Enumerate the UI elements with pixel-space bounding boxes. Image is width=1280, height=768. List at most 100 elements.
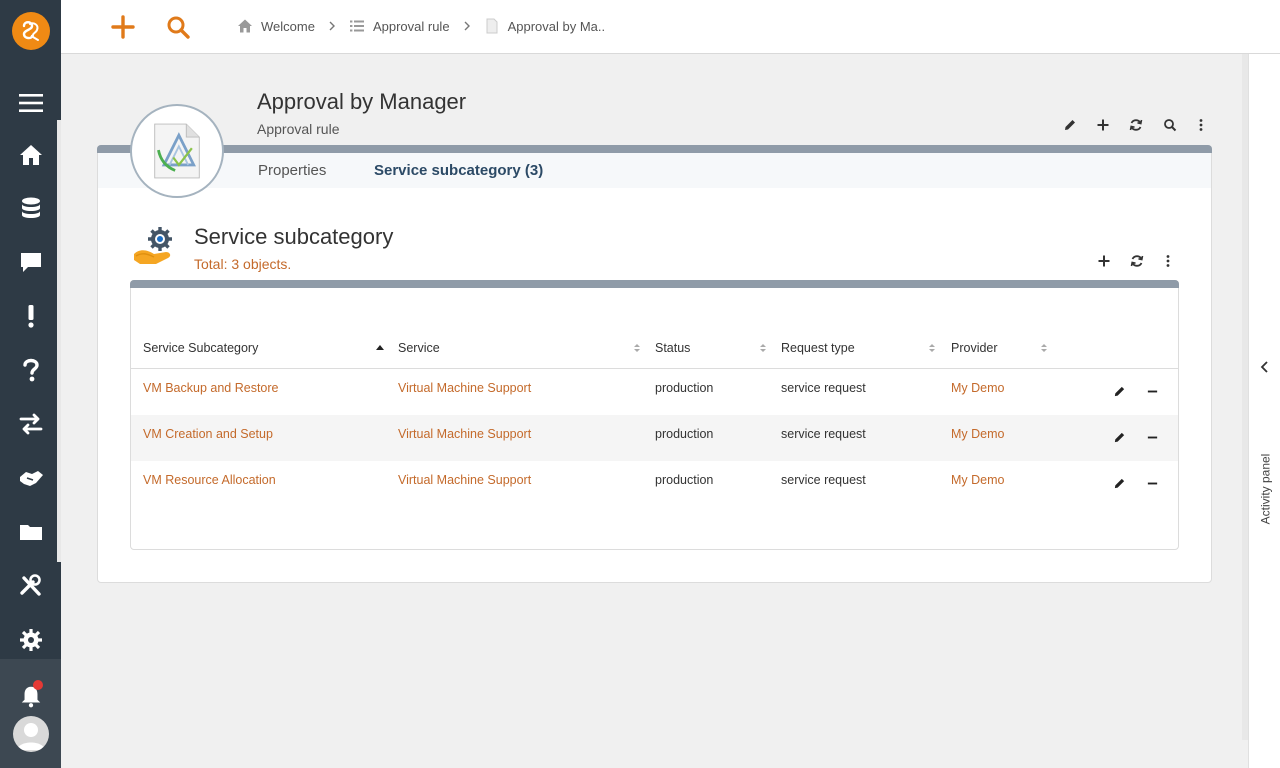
column-header-provider[interactable]: Provider: [951, 341, 998, 355]
chat-icon: [20, 253, 41, 272]
sort-icon[interactable]: [758, 342, 768, 354]
user-icon: [17, 723, 45, 750]
sidebar: [0, 0, 61, 768]
exclamation-icon: [27, 305, 34, 328]
app-logo[interactable]: [12, 12, 50, 50]
remove-row-button[interactable]: [1143, 382, 1161, 400]
table-row[interactable]: VM Creation and Setup Virtual Machine Su…: [131, 415, 1178, 461]
edit-row-button[interactable]: [1110, 474, 1128, 492]
table-top-bar: [130, 280, 1179, 288]
table-more-options-button[interactable]: [1158, 251, 1178, 271]
object-count: Total: 3 objects.: [194, 256, 292, 272]
service-link[interactable]: Virtual Machine Support: [398, 473, 531, 487]
edit-row-button[interactable]: [1110, 382, 1128, 400]
home-icon: [238, 19, 252, 33]
request-type-cell: service request: [781, 427, 866, 441]
status-cell: production: [655, 427, 714, 441]
breadcrumb-label: Approval rule: [372, 18, 450, 34]
breadcrumb-label: Approval by Ma..: [507, 18, 606, 34]
database-icon: [21, 197, 40, 218]
more-options-button[interactable]: [1191, 115, 1211, 135]
sidebar-item-alerts[interactable]: [0, 296, 61, 336]
sidebar-item-folder[interactable]: [0, 512, 61, 552]
avatar[interactable]: [13, 716, 49, 752]
column-header-subcategory[interactable]: Service Subcategory: [143, 341, 258, 355]
approval-rule-icon: [154, 123, 200, 179]
card-top-bar: [97, 145, 1212, 153]
add-subcategory-button[interactable]: [1094, 251, 1114, 271]
activity-panel[interactable]: Activity panel: [1248, 54, 1280, 768]
add-button[interactable]: [108, 12, 138, 42]
minus-icon: [1147, 482, 1157, 484]
sidebar-item-chat[interactable]: [0, 242, 61, 282]
provider-link[interactable]: My Demo: [951, 473, 1004, 487]
sidebar-item-database[interactable]: [0, 188, 61, 228]
pencil-icon: [1114, 432, 1124, 442]
tab-service-subcategory[interactable]: Service subcategory (3): [374, 162, 543, 179]
column-header-request-type[interactable]: Request type: [781, 341, 855, 355]
minus-icon: [1147, 436, 1157, 438]
breadcrumb: Welcome Approval rule Approval by Ma..: [237, 18, 605, 34]
breadcrumb-item-approval-rule[interactable]: Approval rule: [349, 18, 450, 34]
sort-icon[interactable]: [927, 342, 937, 354]
plus-icon: [111, 15, 135, 39]
gear-icon: [19, 629, 42, 651]
sidebar-item-handshake[interactable]: [0, 458, 61, 498]
provider-link[interactable]: My Demo: [951, 427, 1004, 441]
sort-icon[interactable]: [1039, 342, 1049, 354]
kebab-menu-icon: [1166, 255, 1170, 267]
request-type-cell: service request: [781, 473, 866, 487]
chevron-right-icon: [327, 21, 337, 31]
sort-ascending-icon[interactable]: [375, 342, 385, 354]
refresh-table-button[interactable]: [1127, 251, 1147, 271]
refresh-button[interactable]: [1126, 115, 1146, 135]
column-header-status[interactable]: Status: [655, 341, 690, 355]
refresh-icon: [1130, 255, 1144, 267]
remove-row-button[interactable]: [1143, 474, 1161, 492]
chevron-left-icon[interactable]: [1258, 360, 1272, 374]
sidebar-item-tools[interactable]: [0, 566, 61, 606]
service-link[interactable]: Virtual Machine Support: [398, 381, 531, 395]
subcategory-link[interactable]: VM Backup and Restore: [143, 381, 279, 395]
minus-icon: [1147, 390, 1157, 392]
document-icon: [486, 18, 498, 34]
search-button[interactable]: [163, 12, 193, 42]
service-link[interactable]: Virtual Machine Support: [398, 427, 531, 441]
remove-row-button[interactable]: [1143, 428, 1161, 446]
notification-badge: [33, 680, 43, 690]
folder-icon: [19, 525, 42, 540]
service-subcategory-icon: [132, 224, 176, 268]
breadcrumb-item-current[interactable]: Approval by Ma..: [484, 18, 606, 34]
subcategory-link[interactable]: VM Resource Allocation: [143, 473, 276, 487]
activity-panel-label: Activity panel: [1258, 453, 1273, 525]
tools-icon: [19, 574, 41, 596]
breadcrumb-label: Welcome: [261, 18, 315, 34]
notifications-button[interactable]: [15, 680, 47, 712]
sort-icon[interactable]: [632, 342, 642, 354]
question-icon: [22, 358, 39, 382]
provider-link[interactable]: My Demo: [951, 381, 1004, 395]
sidebar-item-help[interactable]: [0, 350, 61, 390]
search-icon: [167, 16, 190, 39]
pencil-icon: [1114, 478, 1124, 488]
pencil-icon: [1065, 120, 1075, 130]
sidebar-item-home[interactable]: [0, 135, 61, 175]
tab-properties[interactable]: Properties: [258, 162, 326, 179]
subcategory-link[interactable]: VM Creation and Setup: [143, 427, 273, 441]
status-cell: production: [655, 381, 714, 395]
sidebar-item-settings[interactable]: [0, 620, 61, 660]
table-row[interactable]: VM Resource Allocation Virtual Machine S…: [131, 461, 1178, 507]
edit-row-button[interactable]: [1110, 428, 1128, 446]
add-button[interactable]: [1093, 115, 1113, 135]
search-button[interactable]: [1160, 115, 1180, 135]
breadcrumb-item-welcome[interactable]: Welcome: [237, 18, 315, 34]
plus-icon: [1098, 255, 1110, 267]
column-header-service[interactable]: Service: [398, 341, 440, 355]
home-icon: [19, 145, 42, 165]
table-row[interactable]: VM Backup and Restore Virtual Machine Su…: [131, 369, 1178, 415]
menu-button[interactable]: [0, 83, 61, 123]
edit-button[interactable]: [1060, 115, 1080, 135]
sidebar-item-transfer[interactable]: [0, 404, 61, 444]
refresh-icon: [1129, 119, 1143, 131]
hamburger-icon: [18, 94, 43, 112]
